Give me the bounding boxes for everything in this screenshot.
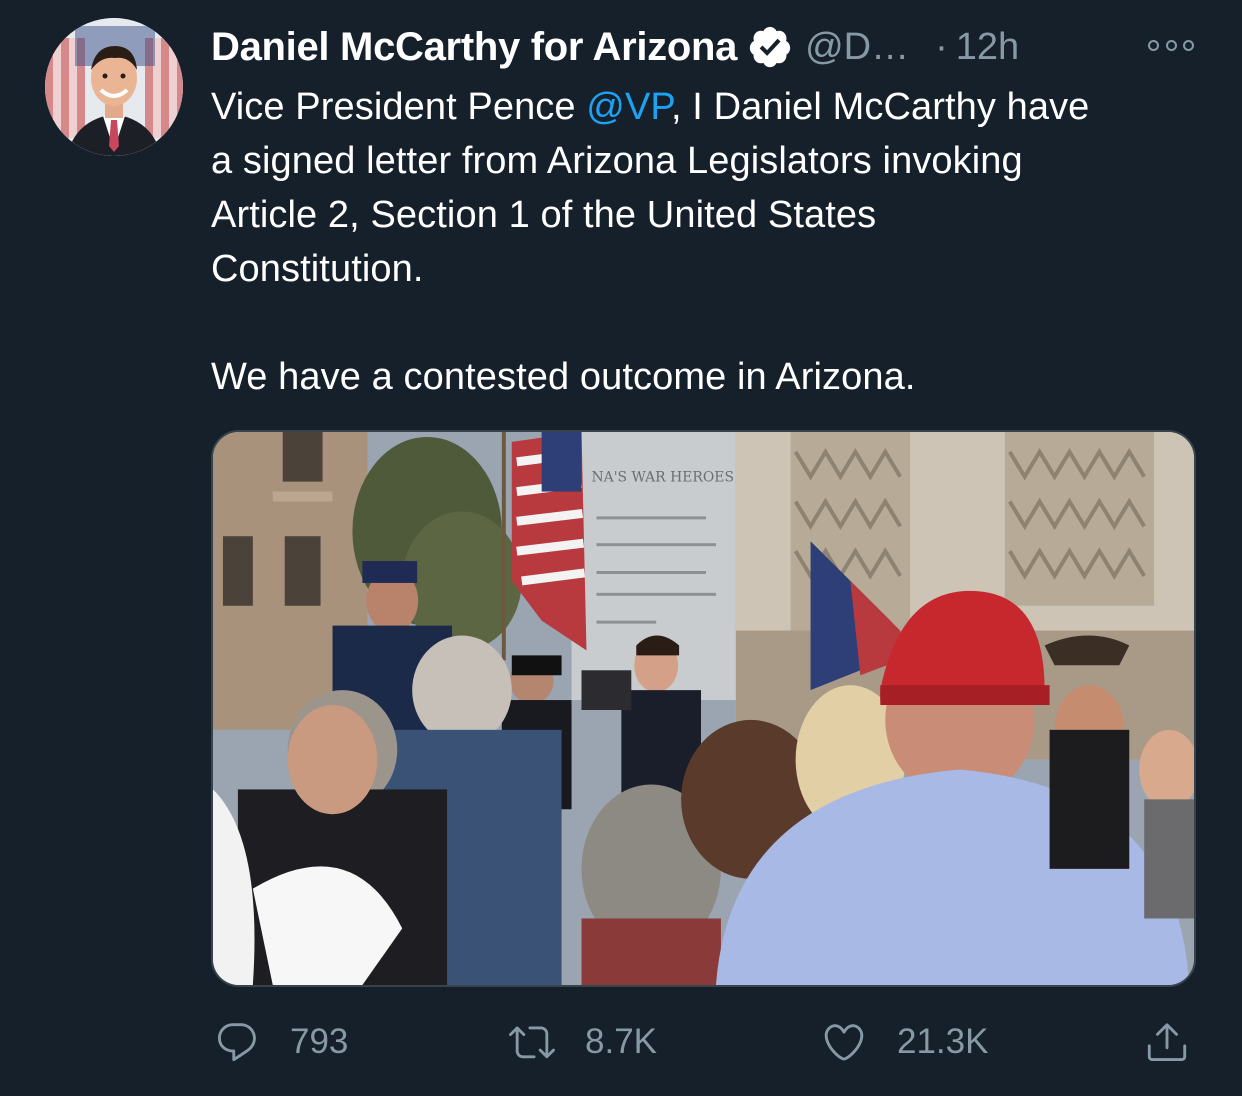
tweet-text: Vice President Pence @VP, I Daniel McCar…	[211, 80, 1211, 404]
reply-icon	[218, 1023, 256, 1062]
tweet-text-line: We have a contested outcome in Arizona.	[211, 356, 916, 398]
text-segment: Vice President Pence	[211, 86, 587, 128]
avatar[interactable]	[45, 18, 183, 156]
tweet-actions: 793 8.7K 21.3K	[211, 1012, 1196, 1072]
retweet-count: 8.7K	[585, 1022, 657, 1061]
heart-icon	[824, 1024, 864, 1061]
reply-button[interactable]: 793	[214, 1012, 348, 1072]
share-icon	[1147, 1023, 1187, 1062]
tweet[interactable]: Daniel McCarthy for Arizona @D… · 12h Vi…	[0, 0, 1242, 1096]
share-button[interactable]	[1144, 1012, 1190, 1072]
avatar-image	[45, 18, 183, 156]
user-handle[interactable]: @D…	[805, 26, 909, 69]
more-options-icon[interactable]	[1148, 30, 1194, 60]
retweet-button[interactable]: 8.7K	[509, 1012, 657, 1072]
display-name[interactable]: Daniel McCarthy for Arizona	[211, 25, 737, 70]
tweet-text-line: Vice President Pence @VP, I Daniel McCar…	[211, 80, 1211, 134]
retweet-icon	[509, 1026, 555, 1059]
monument-inscription: NA'S WAR HEROES	[591, 470, 734, 486]
tweet-text-line: Article 2, Section 1 of the United State…	[211, 194, 877, 236]
like-count: 21.3K	[897, 1022, 989, 1061]
like-button[interactable]: 21.3K	[821, 1012, 988, 1072]
mention-link[interactable]: @VP	[586, 86, 671, 128]
reply-count: 793	[290, 1022, 349, 1061]
tweet-text-line: a signed letter from Arizona Legislators…	[211, 140, 1023, 182]
text-segment: , I Daniel McCarthy have	[670, 86, 1090, 128]
separator-dot: ·	[935, 25, 948, 68]
rally-photo: NA'S WAR HEROES	[213, 432, 1194, 985]
paragraph-break	[211, 296, 1211, 350]
tweet-header: Daniel McCarthy for Arizona @D… · 12h	[211, 22, 1202, 72]
tweet-text-line: Constitution.	[211, 248, 424, 290]
tweet-photo[interactable]: NA'S WAR HEROES	[211, 430, 1196, 987]
verified-badge-icon	[747, 24, 793, 70]
timestamp[interactable]: 12h	[956, 26, 1019, 69]
